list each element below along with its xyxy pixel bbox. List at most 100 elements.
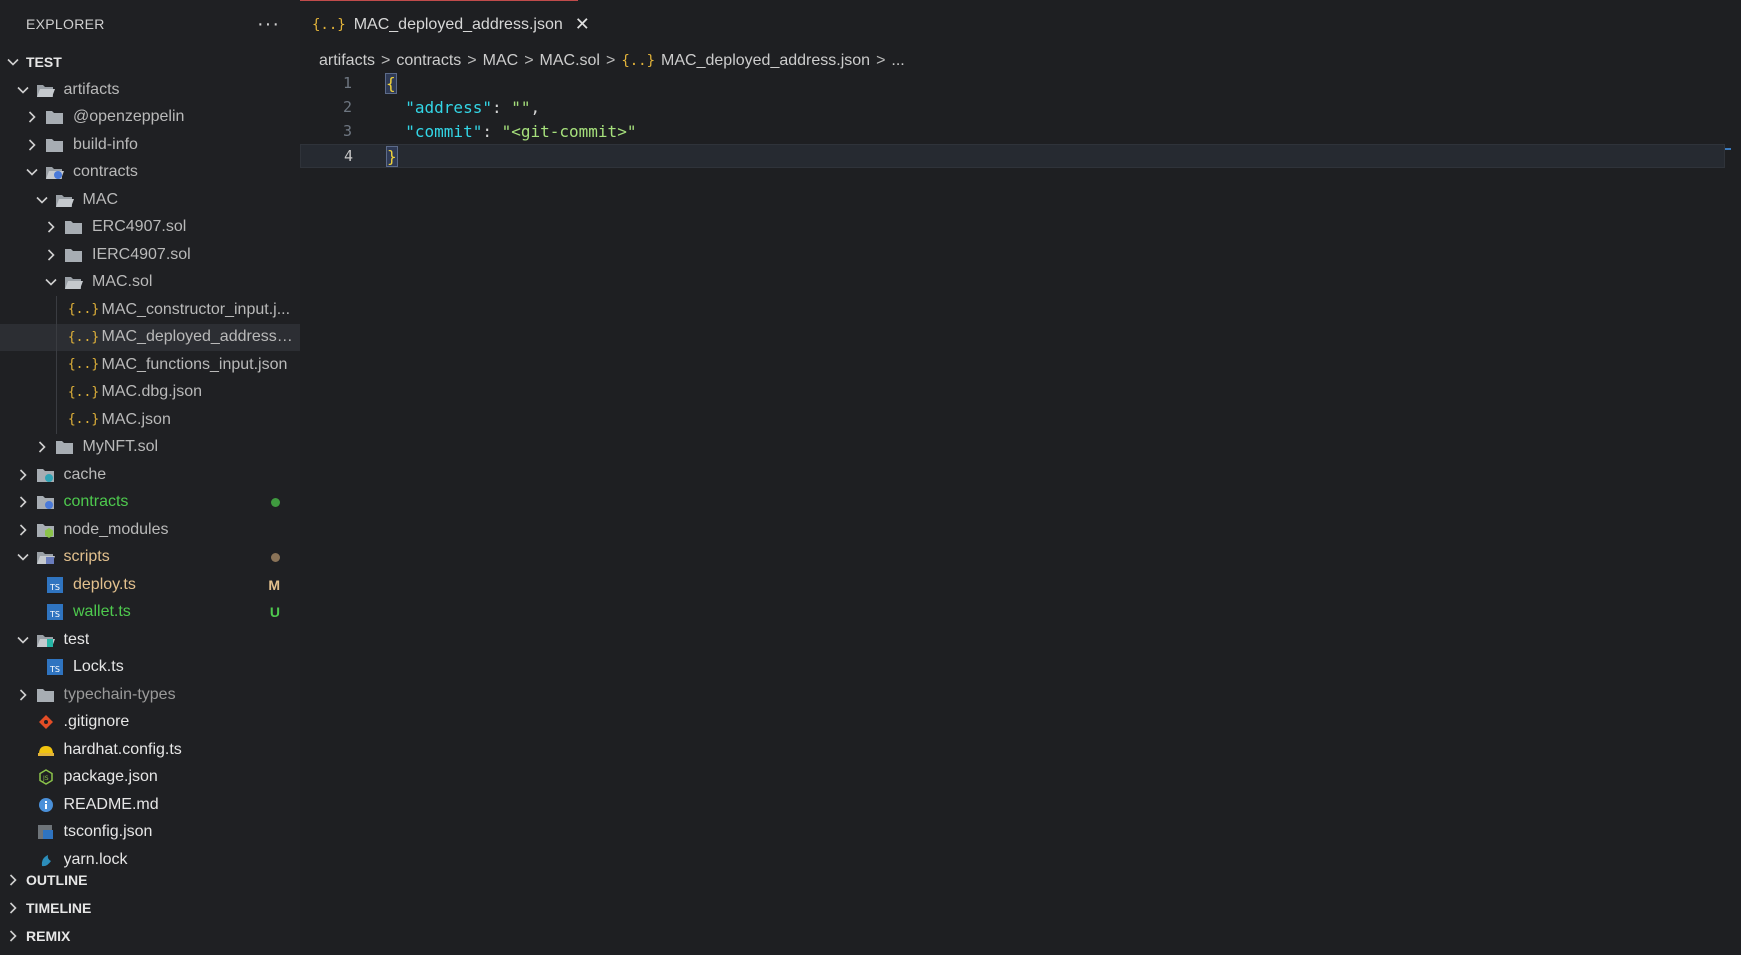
section-remix[interactable]: REMIX <box>0 922 300 950</box>
tree-item-gitignore[interactable]: .gitignore <box>0 709 300 737</box>
tree-item-artifacts[interactable]: artifacts <box>0 76 300 104</box>
line-number: 4 <box>343 147 353 165</box>
chevron-down-icon <box>16 633 30 647</box>
folder-node-icon <box>36 521 56 539</box>
tab-mac-deployed-address[interactable]: {..} MAC_deployed_address.json ✕ <box>300 0 590 48</box>
tree-item-wallet-ts[interactable]: TS wallet.ts U <box>0 599 300 627</box>
tree-item-readme-md[interactable]: README.md <box>0 791 300 819</box>
json-file-icon: {..} <box>67 357 100 373</box>
tree-item-mac-dbg-json[interactable]: {..} MAC.dbg.json <box>0 379 300 407</box>
tree-item-label: build-info <box>73 135 138 153</box>
folder-icon <box>64 218 84 236</box>
folder-icon <box>45 136 65 154</box>
tree-item-label: ERC4907.sol <box>92 218 187 236</box>
tree-item-label: artifacts <box>63 80 120 98</box>
more-actions-icon[interactable]: ··· <box>257 14 280 34</box>
tsconfig-file-icon <box>36 823 56 841</box>
git-status-dot <box>271 549 280 565</box>
json-colon: : <box>491 98 512 117</box>
section-timeline[interactable]: TIMELINE <box>0 894 300 922</box>
line-number: 1 <box>342 74 352 92</box>
tree-item-openzeppelin[interactable]: @openzeppelin <box>0 104 300 132</box>
tree-item-label: package.json <box>63 768 158 786</box>
tree-item-mac-constructor-input-j[interactable]: {..} MAC_constructor_input.j... <box>0 296 300 324</box>
tree-item-typechain-types[interactable]: typechain-types <box>0 681 300 709</box>
json-file-icon: {..} <box>312 16 346 33</box>
folder-icon <box>55 438 75 456</box>
tree-item-mac-sol[interactable]: MAC.sol <box>0 269 300 297</box>
breadcrumb-item-file[interactable]: MAC_deployed_address.json <box>661 52 870 70</box>
code-line[interactable]: 2 "address": "", <box>300 96 1725 120</box>
open-brace: { <box>385 73 397 94</box>
folder-root-test[interactable]: TEST <box>0 48 300 76</box>
tree-item-label: typechain-types <box>63 685 176 703</box>
editor-tab-bar: {..} MAC_deployed_address.json ✕ <box>300 0 1741 48</box>
tree-item-label: test <box>63 630 90 648</box>
code-line[interactable]: 1{ <box>300 72 1725 96</box>
chevron-down-icon <box>25 165 39 179</box>
tree-item-lock-ts[interactable]: TS Lock.ts <box>0 654 300 682</box>
code-line[interactable]: 4} <box>300 144 1725 168</box>
chevron-right-icon <box>6 929 20 943</box>
breadcrumb-item-mac[interactable]: MAC <box>483 52 519 70</box>
chevron-down-icon <box>6 55 20 69</box>
close-icon[interactable]: ✕ <box>575 14 590 35</box>
svg-text:TS: TS <box>49 665 60 674</box>
tree-item-package-json[interactable]: JS package.json <box>0 764 300 792</box>
tree-item-hardhat-config-ts[interactable]: hardhat.config.ts <box>0 736 300 764</box>
breadcrumb-separator: > <box>381 52 391 69</box>
tree-item-mac-functions-input-json[interactable]: {..} MAC_functions_input.json <box>0 351 300 379</box>
tree-item-label: contracts <box>63 493 129 511</box>
tree-item-label: MAC_functions_input.json <box>101 355 288 373</box>
tree-item-mynft-sol[interactable]: MyNFT.sol <box>0 434 300 462</box>
tree-item-mac-deployed-address[interactable]: {..} MAC_deployed_address.... <box>0 323 300 351</box>
breadcrumb-tail[interactable]: ... <box>891 52 904 70</box>
breadcrumb-item-contracts[interactable]: contracts <box>396 52 461 70</box>
tree-item-tsconfig-json[interactable]: tsconfig.json <box>0 819 300 847</box>
explorer-header: EXPLORER ··· <box>0 0 300 48</box>
section-label: TIMELINE <box>26 900 92 916</box>
json-comma: , <box>530 98 541 117</box>
code-content: { <box>385 73 397 94</box>
folder-open-icon <box>55 191 75 209</box>
chevron-down-icon <box>16 550 30 564</box>
tree-item-mac-json[interactable]: {..} MAC.json <box>0 406 300 434</box>
tree-item-label: scripts <box>63 548 110 566</box>
json-file-icon: {..} <box>621 53 656 69</box>
json-file-icon: {..} <box>67 302 100 318</box>
tree-item-test[interactable]: test <box>0 626 300 654</box>
tree-item-label: contracts <box>73 163 138 181</box>
folder-open-icon <box>64 273 84 291</box>
git-icon <box>36 713 56 731</box>
tree-item-build-info[interactable]: build-info <box>0 131 300 159</box>
tree-item-mac[interactable]: MAC <box>0 186 300 214</box>
breadcrumb: artifacts > contracts > MAC > MAC.sol > {..} MAC_… <box>319 47 905 75</box>
tree-item-label: Lock.ts <box>73 658 124 676</box>
code-line[interactable]: 3 "commit": "<git-commit>" <box>300 120 1725 144</box>
code-editor[interactable]: 1{2 "address": "", 3 "commit": "<git-comm… <box>300 72 1741 955</box>
svg-text:JS: JS <box>42 775 49 782</box>
tree-item-contracts[interactable]: contracts <box>0 159 300 187</box>
chevron-right-icon <box>25 138 39 152</box>
tree-item-contracts[interactable]: contracts <box>0 489 300 517</box>
folder-icon <box>45 108 65 126</box>
section-label: REMIX <box>26 928 71 944</box>
tree-item-node-modules[interactable]: node_modules <box>0 516 300 544</box>
tree-item-deploy-ts[interactable]: TS deploy.ts M <box>0 571 300 599</box>
breadcrumb-item-mac-sol[interactable]: MAC.sol <box>540 52 600 70</box>
tree-item-label: node_modules <box>63 520 169 538</box>
section-outline[interactable]: OUTLINE <box>0 866 300 894</box>
close-brace: } <box>386 146 398 167</box>
folder-test-icon <box>36 631 56 649</box>
root-folder-label: TEST <box>26 54 62 70</box>
tree-item-scripts[interactable]: scripts <box>0 544 300 572</box>
explorer-sidebar: EXPLORER ··· TEST artifacts @openzeppelin… <box>0 0 300 955</box>
tree-item-cache[interactable]: cache <box>0 461 300 489</box>
typescript-file-icon: TS <box>45 603 65 621</box>
breadcrumb-item-artifacts[interactable]: artifacts <box>319 52 375 70</box>
nodejs-icon: JS <box>36 768 56 786</box>
tree-item-label: @openzeppelin <box>73 108 185 126</box>
tree-item-erc4907-sol[interactable]: ERC4907.sol <box>0 214 300 242</box>
chevron-right-icon <box>44 220 58 234</box>
tree-item-ierc4907-sol[interactable]: IERC4907.sol <box>0 241 300 269</box>
